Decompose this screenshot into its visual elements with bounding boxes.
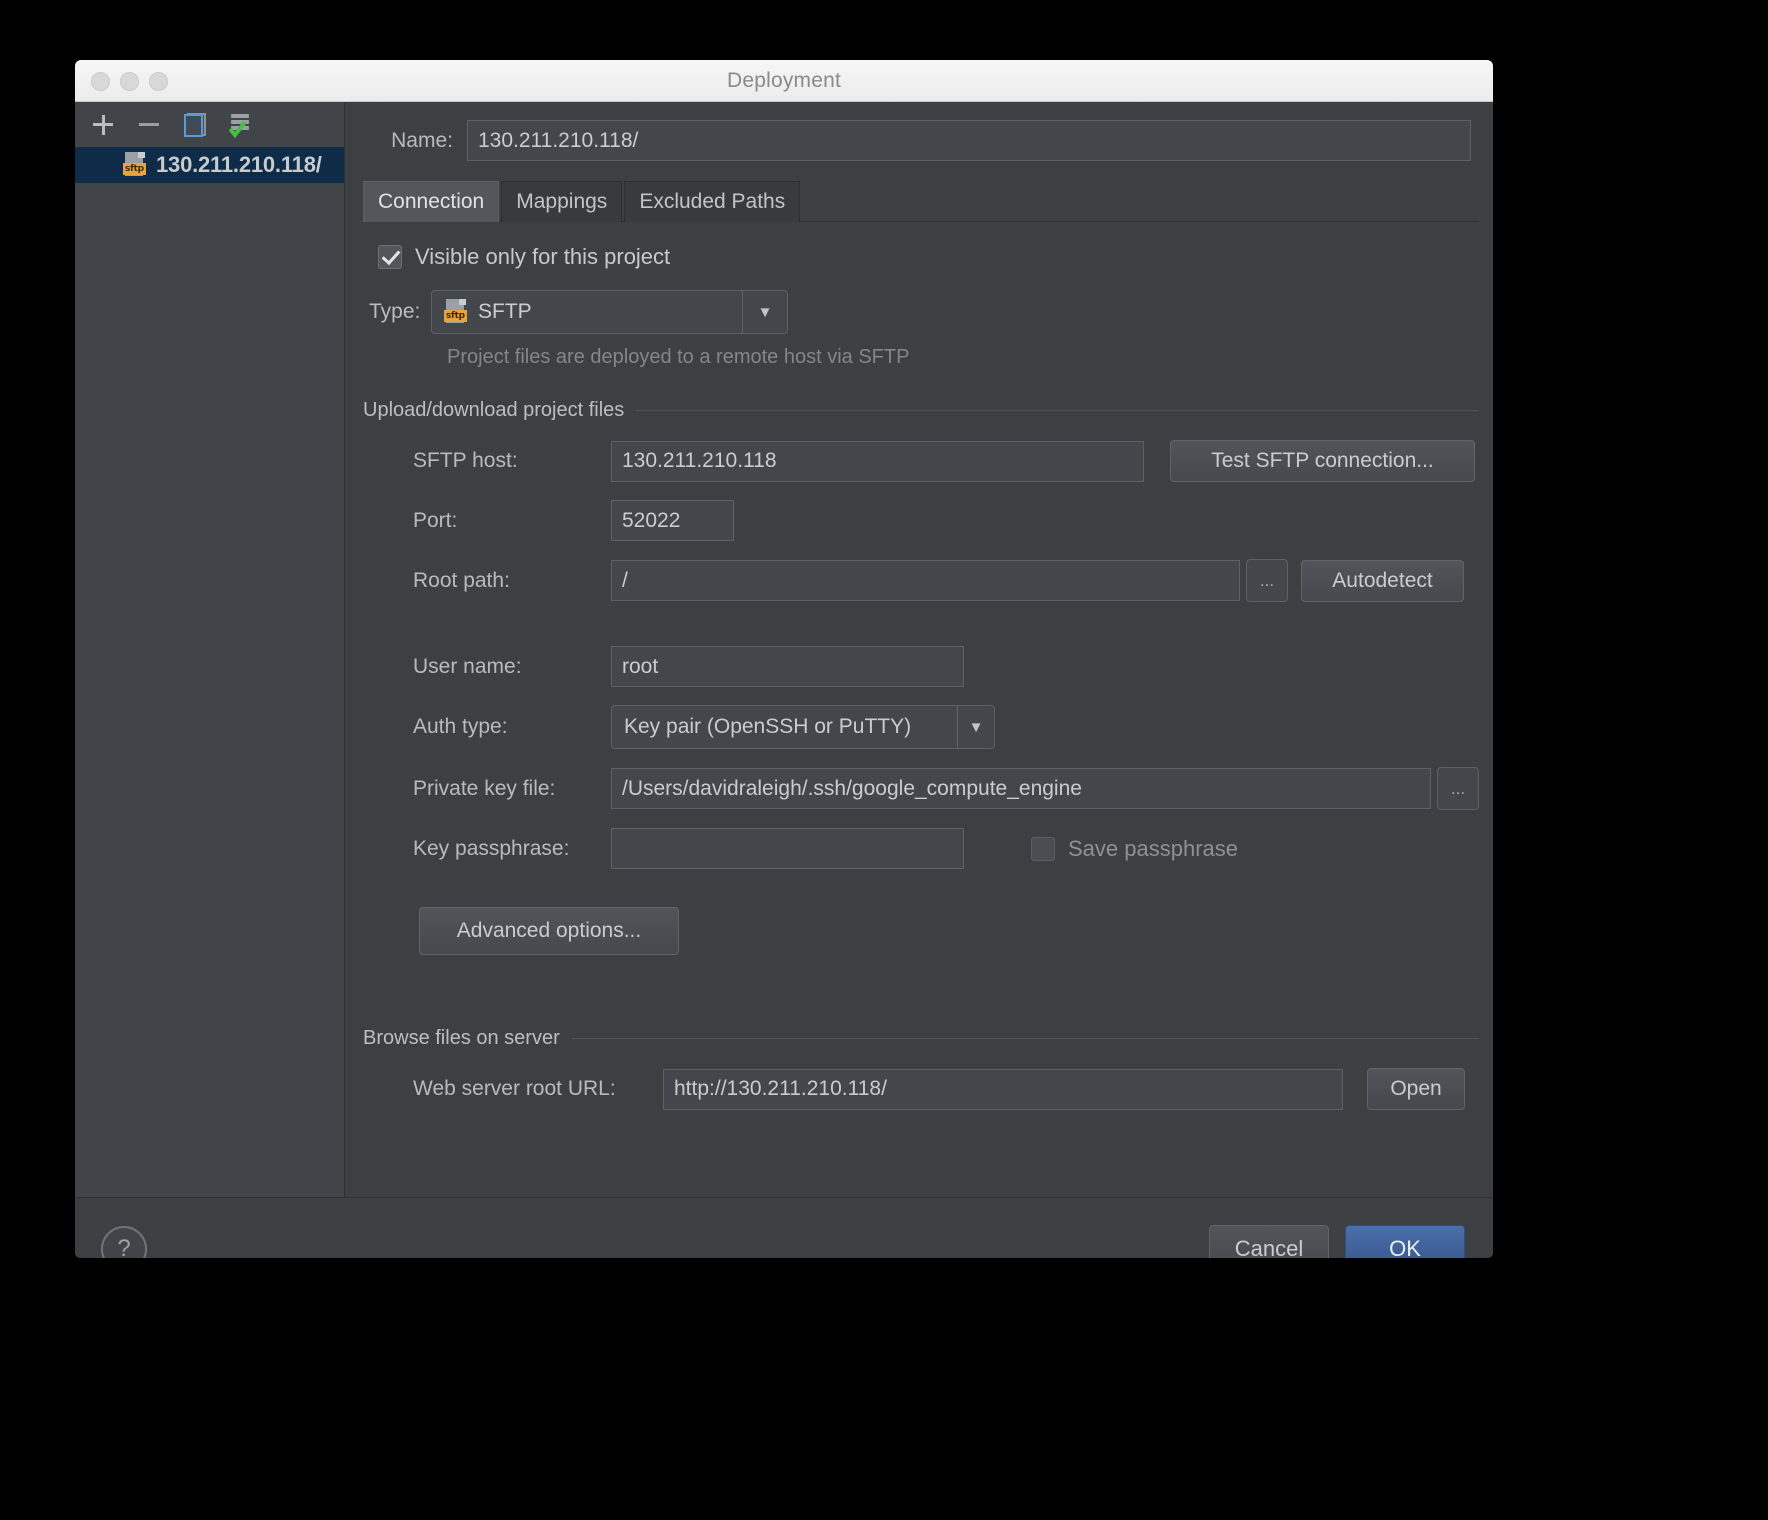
cancel-button[interactable]: Cancel [1209, 1224, 1329, 1258]
maximize-button[interactable] [149, 72, 168, 91]
name-row: Name: [345, 102, 1493, 161]
tab-connection[interactable]: Connection [363, 181, 500, 222]
name-label: Name: [391, 128, 453, 152]
type-row: Type: sftp SFTP ▼ [363, 290, 1479, 334]
key-passphrase-label: Key passphrase: [413, 836, 570, 860]
sftp-badge: sftp [444, 310, 467, 322]
port-row: Port: [363, 500, 1479, 541]
add-server-button[interactable] [89, 111, 117, 139]
private-key-label: Private key file: [413, 776, 556, 800]
chevron-down-icon[interactable]: ▼ [957, 706, 994, 748]
auth-type-select[interactable]: Key pair (OpenSSH or PuTTY) ▼ [611, 705, 995, 749]
minus-icon [139, 123, 159, 126]
dialog-body: sftp 130.211.210.118/ Name: Connection M… [75, 102, 1493, 1197]
web-url-label: Web server root URL: [413, 1077, 616, 1100]
window-title: Deployment [726, 69, 842, 92]
green-check-icon [229, 120, 246, 138]
web-url-row: Web server root URL: Open [363, 1068, 1479, 1110]
test-sftp-connection-button[interactable]: Test SFTP connection... [1170, 440, 1475, 482]
port-label: Port: [413, 508, 458, 532]
connection-form: Visible only for this project Type: sftp… [345, 244, 1493, 1110]
ok-button[interactable]: OK [1345, 1224, 1465, 1258]
web-url-input[interactable] [663, 1068, 1343, 1110]
advanced-options-row: Advanced options... [363, 907, 1479, 955]
upload-group: Upload/download project files SFTP host:… [363, 399, 1479, 955]
sidebar-toolbar [75, 102, 344, 147]
visible-only-row: Visible only for this project [378, 244, 1479, 270]
title-bar: Deployment [75, 60, 1493, 102]
auth-type-row: Auth type: Key pair (OpenSSH or PuTTY) ▼ [363, 705, 1479, 749]
private-key-row: Private key file: ... [363, 767, 1479, 810]
help-icon[interactable]: ? [101, 1225, 147, 1258]
chevron-down-icon[interactable]: ▼ [742, 291, 787, 333]
tab-excluded-paths[interactable]: Excluded Paths [624, 181, 801, 222]
browse-group-header: Browse files on server [363, 1027, 1479, 1050]
plus-icon [93, 114, 113, 135]
type-label: Type: [369, 300, 421, 323]
server-list-sidebar: sftp 130.211.210.118/ [75, 102, 345, 1197]
advanced-options-button[interactable]: Advanced options... [419, 907, 679, 955]
server-check-icon [229, 113, 253, 138]
type-select-value: SFTP [478, 300, 532, 323]
screen: Deployment sftp 130.211.210.118/ Name: 1… [0, 0, 1768, 1520]
group-divider [636, 410, 1479, 411]
visible-only-checkbox[interactable] [378, 245, 402, 269]
copy-server-button[interactable] [181, 111, 209, 139]
sftp-icon: sftp [123, 152, 147, 178]
tab-mappings[interactable]: Mappings [501, 181, 623, 222]
window-controls [91, 72, 168, 91]
user-name-input[interactable] [611, 646, 964, 687]
type-select[interactable]: sftp SFTP ▼ [431, 290, 788, 334]
minimize-button[interactable] [120, 72, 139, 91]
sftp-host-input[interactable] [611, 440, 1144, 482]
upload-group-header: Upload/download project files [363, 399, 1479, 422]
browse-group-title: Browse files on server [363, 1027, 560, 1049]
key-passphrase-row: Key passphrase: Save passphrase [363, 828, 1479, 869]
sidebar-item-label: 130.211.210.118/ [156, 152, 322, 177]
auth-type-label: Auth type: [413, 715, 508, 738]
save-passphrase-label: Save passphrase [1068, 836, 1238, 862]
visible-only-label: Visible only for this project [415, 244, 671, 269]
sftp-badge: sftp [123, 163, 146, 175]
user-name-label: User name: [413, 654, 522, 678]
sftp-host-label: SFTP host: [413, 449, 518, 472]
root-path-row: Root path: ... Autodetect [363, 559, 1479, 602]
tab-bar: Connection Mappings Excluded Paths [363, 181, 1493, 222]
save-passphrase-text: Save passphrase [1068, 835, 1238, 861]
copy-icon [184, 112, 206, 137]
remove-server-button[interactable] [135, 111, 163, 139]
root-path-label: Root path: [413, 568, 510, 592]
upload-group-title: Upload/download project files [363, 399, 625, 421]
open-button[interactable]: Open [1367, 1068, 1465, 1110]
auth-type-value: Key pair (OpenSSH or PuTTY) [624, 715, 912, 738]
key-passphrase-input[interactable] [611, 828, 964, 869]
sftp-host-row: SFTP host: Test SFTP connection... [363, 440, 1479, 482]
deployment-dialog: Deployment sftp 130.211.210.118/ Name: 1… [75, 60, 1493, 1258]
footer-buttons: Cancel OK [1209, 1224, 1465, 1258]
type-hint: Project files are deployed to a remote h… [447, 346, 910, 368]
name-input[interactable] [467, 120, 1471, 161]
group-divider [571, 1038, 1479, 1039]
browse-group: Browse files on server Web server root U… [363, 1027, 1479, 1110]
sftp-icon: sftp [444, 299, 468, 325]
sidebar-item-server[interactable]: sftp 130.211.210.118/ [75, 147, 344, 183]
autodetect-button[interactable]: Autodetect [1301, 559, 1464, 602]
close-button[interactable] [91, 72, 110, 91]
dialog-footer: ? Cancel OK [75, 1197, 1493, 1258]
port-input[interactable] [611, 500, 734, 541]
private-key-browse-button[interactable]: ... [1437, 767, 1479, 810]
connection-pane: Name: Connection Mappings Excluded Paths… [345, 102, 1493, 1197]
user-name-row: User name: [363, 646, 1479, 687]
test-connection-toolbar-button[interactable] [227, 111, 255, 139]
private-key-input[interactable] [611, 768, 1431, 809]
type-select-value-wrap: sftp SFTP [432, 291, 742, 333]
save-passphrase-checkbox[interactable] [1031, 836, 1055, 861]
auth-type-value-wrap: Key pair (OpenSSH or PuTTY) [612, 706, 957, 748]
root-path-browse-button[interactable]: ... [1246, 559, 1288, 602]
root-path-input[interactable] [611, 560, 1240, 601]
